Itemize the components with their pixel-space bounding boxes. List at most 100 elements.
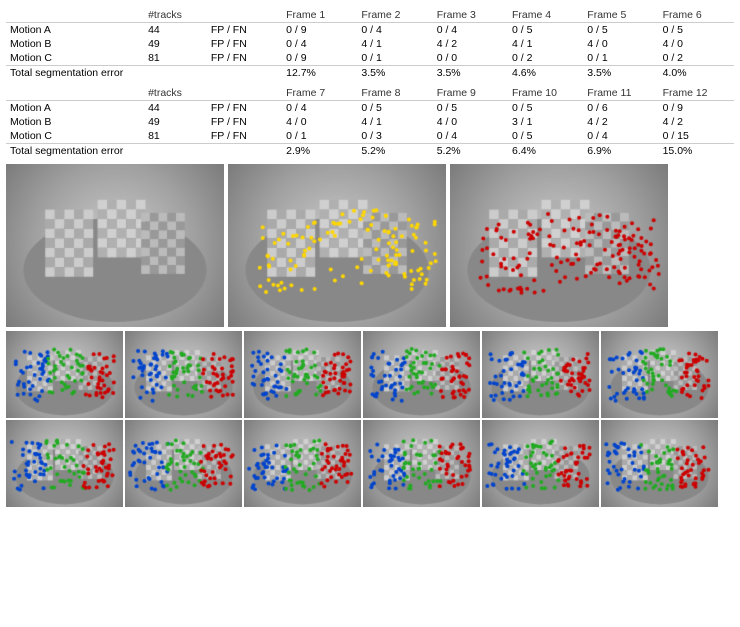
row-tracks: 49 bbox=[144, 37, 207, 51]
total-f4: 6.4% bbox=[508, 144, 583, 159]
col-f3: Frame 9 bbox=[433, 86, 508, 101]
row-tracks: 81 bbox=[144, 129, 207, 144]
small-image-2-4 bbox=[363, 420, 480, 507]
table-2: #tracks Frame 7 Frame 8 Frame 9 Frame 10… bbox=[6, 86, 734, 158]
images-section bbox=[6, 164, 734, 507]
total-f1: 2.9% bbox=[282, 144, 357, 159]
large-image-2 bbox=[228, 164, 446, 327]
table-row: Motion A 44 FP / FN 0 / 4 0 / 5 0 / 5 0 … bbox=[6, 101, 734, 116]
small-image-1-6 bbox=[601, 331, 718, 418]
row-f1: 0 / 9 bbox=[282, 23, 357, 38]
small-image-1-3 bbox=[244, 331, 361, 418]
row-f6: 0 / 9 bbox=[659, 101, 734, 116]
col-f6: Frame 12 bbox=[659, 86, 734, 101]
col-f5: Frame 11 bbox=[583, 86, 658, 101]
total-f5: 6.9% bbox=[583, 144, 658, 159]
row-f4: 3 / 1 bbox=[508, 115, 583, 129]
table-row: Motion B 49 FP / FN 0 / 4 4 / 1 4 / 2 4 … bbox=[6, 37, 734, 51]
row-f2: 4 / 1 bbox=[357, 115, 432, 129]
row-f1: 0 / 9 bbox=[282, 51, 357, 66]
small-image-2-3 bbox=[244, 420, 361, 507]
total-row: Total segmentation error 12.7% 3.5% 3.5%… bbox=[6, 66, 734, 81]
row-f2: 4 / 1 bbox=[357, 37, 432, 51]
total-f6: 15.0% bbox=[659, 144, 734, 159]
row-label: Motion C bbox=[6, 51, 144, 66]
row-f5: 0 / 1 bbox=[583, 51, 658, 66]
row-type: FP / FN bbox=[207, 51, 282, 66]
large-image-1 bbox=[6, 164, 224, 327]
small-images-row-2 bbox=[6, 420, 734, 507]
row-f3: 0 / 4 bbox=[433, 23, 508, 38]
row-f5: 4 / 2 bbox=[583, 115, 658, 129]
small-image-2-2 bbox=[125, 420, 242, 507]
table-1: #tracks Frame 1 Frame 2 Frame 3 Frame 4 … bbox=[6, 8, 734, 80]
table-row: Motion C 81 FP / FN 0 / 9 0 / 1 0 / 0 0 … bbox=[6, 51, 734, 66]
col-f2: Frame 8 bbox=[357, 86, 432, 101]
row-label: Motion C bbox=[6, 129, 144, 144]
row-tracks: 81 bbox=[144, 51, 207, 66]
small-image-1-4 bbox=[363, 331, 480, 418]
table-row: Motion C 81 FP / FN 0 / 1 0 / 3 0 / 4 0 … bbox=[6, 129, 734, 144]
total-f4: 4.6% bbox=[508, 66, 583, 81]
total-f5: 3.5% bbox=[583, 66, 658, 81]
table-row: Motion B 49 FP / FN 4 / 0 4 / 1 4 / 0 3 … bbox=[6, 115, 734, 129]
row-f2: 0 / 1 bbox=[357, 51, 432, 66]
total-label: Total segmentation error bbox=[6, 144, 282, 159]
row-f6: 0 / 2 bbox=[659, 51, 734, 66]
total-f1: 12.7% bbox=[282, 66, 357, 81]
row-f5: 0 / 5 bbox=[583, 23, 658, 38]
row-f6: 4 / 2 bbox=[659, 115, 734, 129]
row-f3: 0 / 5 bbox=[433, 101, 508, 116]
row-f6: 4 / 0 bbox=[659, 37, 734, 51]
row-f4: 0 / 5 bbox=[508, 101, 583, 116]
row-type: FP / FN bbox=[207, 101, 282, 116]
col-f1: Frame 1 bbox=[282, 8, 357, 23]
row-f5: 0 / 4 bbox=[583, 129, 658, 144]
row-f1: 0 / 4 bbox=[282, 37, 357, 51]
total-f6: 4.0% bbox=[659, 66, 734, 81]
row-f4: 0 / 5 bbox=[508, 23, 583, 38]
small-image-1-1 bbox=[6, 331, 123, 418]
small-image-1-2 bbox=[125, 331, 242, 418]
table-row: Motion A 44 FP / FN 0 / 9 0 / 4 0 / 4 0 … bbox=[6, 23, 734, 38]
page-wrapper: #tracks Frame 1 Frame 2 Frame 3 Frame 4 … bbox=[0, 0, 740, 513]
row-f1: 4 / 0 bbox=[282, 115, 357, 129]
row-label: Motion B bbox=[6, 37, 144, 51]
col-f4: Frame 4 bbox=[508, 8, 583, 23]
col-f4: Frame 10 bbox=[508, 86, 583, 101]
col-f1: Frame 7 bbox=[282, 86, 357, 101]
small-image-2-5 bbox=[482, 420, 599, 507]
row-tracks: 44 bbox=[144, 23, 207, 38]
row-label: Motion A bbox=[6, 23, 144, 38]
row-f3: 0 / 0 bbox=[433, 51, 508, 66]
small-image-1-5 bbox=[482, 331, 599, 418]
row-f2: 0 / 4 bbox=[357, 23, 432, 38]
row-f5: 0 / 6 bbox=[583, 101, 658, 116]
row-f3: 4 / 0 bbox=[433, 115, 508, 129]
row-f1: 0 / 1 bbox=[282, 129, 357, 144]
row-type: FP / FN bbox=[207, 129, 282, 144]
total-f2: 3.5% bbox=[357, 66, 432, 81]
row-tracks: 44 bbox=[144, 101, 207, 116]
col-type bbox=[207, 8, 282, 23]
total-row: Total segmentation error 2.9% 5.2% 5.2% … bbox=[6, 144, 734, 159]
row-f2: 0 / 3 bbox=[357, 129, 432, 144]
row-f6: 0 / 5 bbox=[659, 23, 734, 38]
col-f6: Frame 6 bbox=[659, 8, 734, 23]
small-images-row-1 bbox=[6, 331, 734, 418]
col-tracks: #tracks bbox=[144, 8, 207, 23]
row-type: FP / FN bbox=[207, 23, 282, 38]
row-type: FP / FN bbox=[207, 37, 282, 51]
large-image-3 bbox=[450, 164, 668, 327]
row-label: Motion B bbox=[6, 115, 144, 129]
col-f2: Frame 2 bbox=[357, 8, 432, 23]
col-f3: Frame 3 bbox=[433, 8, 508, 23]
row-f3: 0 / 4 bbox=[433, 129, 508, 144]
row-f1: 0 / 4 bbox=[282, 101, 357, 116]
col-label bbox=[6, 86, 144, 101]
large-images-row bbox=[6, 164, 734, 327]
total-f3: 5.2% bbox=[433, 144, 508, 159]
row-f4: 0 / 2 bbox=[508, 51, 583, 66]
row-f4: 0 / 5 bbox=[508, 129, 583, 144]
row-f2: 0 / 5 bbox=[357, 101, 432, 116]
